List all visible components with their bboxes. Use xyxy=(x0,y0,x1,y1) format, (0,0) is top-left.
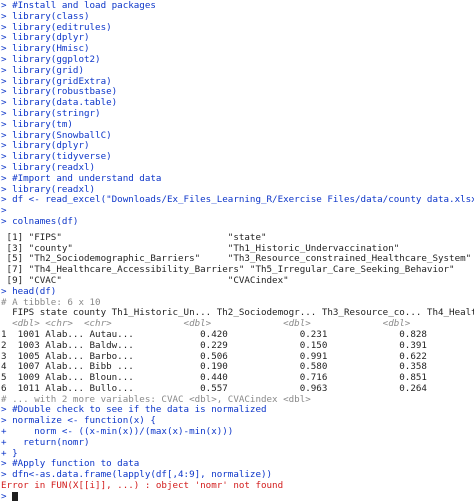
console-input-line: > library(readxl) xyxy=(1,162,96,173)
console-input-line: > library(stringr) xyxy=(1,108,101,119)
colnames-output-line: [3] "county" "Th1_Historic_Undervaccinat… xyxy=(1,243,400,254)
console-input-line: > library(tm) xyxy=(1,119,73,130)
console-input-line: > library(data.table) xyxy=(1,98,118,109)
colnames-output-line: [7] "Th4_Healthcare_Accessibility_Barrie… xyxy=(1,265,455,276)
table-row: 3 1005 Alab... Barbo... 0.506 0.991 0.62… xyxy=(1,351,427,362)
console-input-line: > normalize <- function(x) { xyxy=(1,416,156,427)
table-row: 5 1009 Alab... Bloun... 0.440 0.716 0.85… xyxy=(1,373,427,384)
console-input-line: > #Import and understand data xyxy=(1,173,162,184)
console-input-line: > library(ggplot2) xyxy=(1,54,101,65)
colnames-output-line: [1] "FIPS" "state" xyxy=(1,232,267,243)
table-footer: # ... with 2 more variables: CVAC <dbl>,… xyxy=(1,394,311,405)
text-cursor xyxy=(12,491,19,501)
console-input-line: > library(gridExtra) xyxy=(1,76,112,87)
console-input-line: + } xyxy=(1,448,18,459)
console-input-line: > #Install and load packages xyxy=(1,1,156,11)
script-commands: > #Install and load packages > library(cl… xyxy=(1,1,474,228)
console-input-line: > dfn<-as.data.frame(lapply(df[,4:9], no… xyxy=(1,470,273,481)
table-types: <dbl> <chr> <chr> <dbl> <dbl> <dbl> <dbl… xyxy=(12,319,411,330)
table-row: 6 1011 Alab... Bullo... 0.557 0.963 0.26… xyxy=(1,383,427,394)
console-input-line: > library(tidyverse) xyxy=(1,152,112,163)
console-input-line: > library(readxl) xyxy=(1,184,96,195)
r-console[interactable]: > #Install and load packages > library(cl… xyxy=(0,0,474,502)
console-input-line: > xyxy=(1,206,7,217)
console-input-line: + return(nomr) xyxy=(1,437,90,448)
tibble-rows: 1 1001 Alab... Autau... 0.420 0.231 0.82… xyxy=(1,330,474,395)
colnames-output-line: [9] "CVAC" "CVACindex" xyxy=(1,275,289,286)
tibble-info: # A tibble: 6 x 10 xyxy=(1,297,101,308)
console-input-line: > df <- read_excel("Downloads/Ex_Files_L… xyxy=(1,195,474,206)
console-input-line: > library(class) xyxy=(1,11,90,22)
prompt-symbol: > xyxy=(1,491,7,502)
head-command: > head(df) xyxy=(1,286,57,297)
console-input-line: > colnames(df) xyxy=(1,216,79,227)
colnames-output: [1] "FIPS" "state" [3] "county" "Th1_His… xyxy=(1,233,474,287)
table-row: 2 1003 Alab... Baldw... 0.229 0.150 0.39… xyxy=(1,340,427,351)
console-input-line: + norm <- ((x-min(x))/(max(x)-min(x))) xyxy=(1,427,234,438)
console-input-line: > library(grid) xyxy=(1,65,84,76)
input-prompt[interactable]: > xyxy=(1,491,474,503)
table-row: 1 1001 Alab... Autau... 0.420 0.231 0.82… xyxy=(1,329,427,340)
error-message: Error in FUN(X[[i]], ...) : object 'nomr… xyxy=(1,481,284,492)
console-input-line: > library(editrules) xyxy=(1,22,112,33)
console-input-line: > library(Hmisc) xyxy=(1,44,90,55)
table-header: FIPS state county Th1_Historic_Un... Th2… xyxy=(12,308,474,319)
console-input-line: > library(SnowballC) xyxy=(1,130,112,141)
table-row: 4 1007 Alab... Bibb ... 0.190 0.580 0.35… xyxy=(1,362,427,373)
console-input-line: > library(dplyr) xyxy=(1,141,90,152)
console-input-line: > library(robustbase) xyxy=(1,87,118,98)
colnames-output-line: [5] "Th2_Sociodemographic_Barriers" "Th3… xyxy=(1,254,472,265)
console-input-line: > #Double check to see if the data is no… xyxy=(1,405,267,416)
console-input-line: > #Apply function to data xyxy=(1,459,140,470)
console-input-line: > library(dplyr) xyxy=(1,33,90,44)
